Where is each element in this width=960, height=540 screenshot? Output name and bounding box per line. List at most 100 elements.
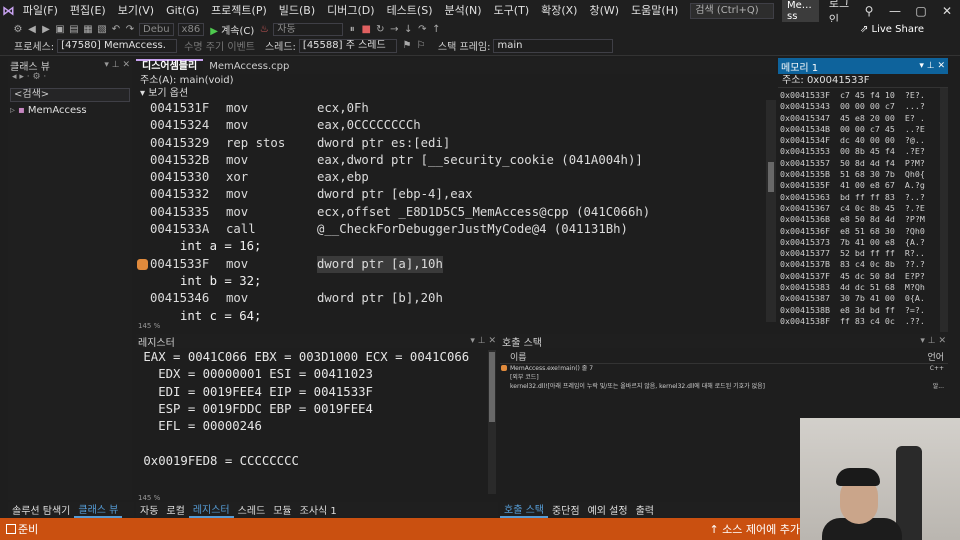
- menu-item[interactable]: 창(W): [583, 0, 625, 22]
- disassembly-line[interactable]: 00415332 mov dword ptr [ebp-4],eax: [136, 186, 766, 203]
- class-view-search-input[interactable]: <검색>: [10, 88, 130, 102]
- lifecycle-events-button[interactable]: 수명 주기 이벤트: [184, 38, 255, 53]
- tab-disassembly[interactable]: 디스어셈블리: [136, 59, 204, 74]
- bottom-tab[interactable]: 중단점: [548, 502, 584, 517]
- disassembly-line[interactable]: 0041533F mov dword ptr [a],10h: [136, 255, 766, 273]
- panel-controls-icon[interactable]: ▾ ⊥ ✕: [470, 336, 498, 346]
- maximize-icon[interactable]: ▢: [908, 0, 934, 22]
- live-share-button[interactable]: ⇗ Live Share: [860, 24, 924, 35]
- memory-scrollbar[interactable]: [940, 88, 948, 332]
- settings-icon[interactable]: ⚙: [12, 24, 24, 35]
- bottom-tab[interactable]: 출력: [632, 502, 658, 517]
- panel-controls-icon[interactable]: ▾ ⊥ ✕: [919, 61, 948, 71]
- memory-row[interactable]: 0x0041538F ff 83 c4 0c .??.: [780, 316, 948, 327]
- bottom-tab[interactable]: 레지스터: [188, 501, 234, 518]
- memory-row[interactable]: 0x00415347 45 e8 20 00 E? .: [780, 113, 948, 124]
- source-line[interactable]: int c = 64;: [136, 308, 766, 322]
- memory-row[interactable]: 0x0041534B 00 00 c7 45 ..?E: [780, 124, 948, 135]
- memory-row[interactable]: 0x0041533F c7 45 f4 10 ?E?.: [780, 90, 948, 101]
- register-line[interactable]: EFL = 00000246: [136, 418, 498, 435]
- step-out-icon[interactable]: ↑: [430, 24, 442, 35]
- memory-address-input[interactable]: 주소: 0x0041533F: [778, 74, 948, 88]
- open-icon[interactable]: ▤: [68, 24, 80, 35]
- menu-item[interactable]: 보기(V): [112, 0, 160, 22]
- menu-item[interactable]: 빌드(B): [273, 0, 321, 22]
- memory-row[interactable]: 0x0041535B 51 68 30 7b Qh0{: [780, 169, 948, 180]
- call-stack-row[interactable]: kernel32.dll![아래 프레임이 누락 및/또는 올바르지 않음, k…: [500, 382, 948, 391]
- register-line[interactable]: ESP = 0019FDDC EBP = 0019FEE4: [136, 401, 498, 418]
- memory-row[interactable]: 0x0041536B e8 50 8d 4d ?P?M: [780, 214, 948, 225]
- disassembly-code-view[interactable]: 0041531F mov ecx,0Fh 00415324 mov eax,0CCCCCC…: [136, 100, 766, 322]
- undo-icon[interactable]: ↶: [110, 24, 122, 35]
- call-stack-row[interactable]: [외부 코드]: [500, 373, 948, 382]
- memory-row[interactable]: 0x00415343 00 00 00 c7 ...?: [780, 101, 948, 112]
- source-line[interactable]: int a = 16;: [136, 238, 766, 255]
- bottom-tab[interactable]: 모듈: [269, 502, 295, 517]
- scrollbar-thumb[interactable]: [768, 162, 774, 192]
- config-dropdown[interactable]: Debu: [139, 22, 174, 36]
- menu-item[interactable]: 편집(E): [64, 0, 112, 22]
- bottom-tab[interactable]: 호출 스택: [500, 501, 548, 518]
- memory-row[interactable]: 0x00415363 bd ff ff 83 ?..?: [780, 192, 948, 203]
- disassembly-address-field[interactable]: 주소(A): main(void): [136, 74, 776, 88]
- save-all-icon[interactable]: ▧: [96, 24, 108, 35]
- menu-item[interactable]: 프로젝트(P): [205, 0, 273, 22]
- column-language[interactable]: 언어: [927, 350, 948, 363]
- scrollbar-thumb[interactable]: [489, 352, 495, 422]
- register-line[interactable]: EDX = 00000001 ESI = 00411023: [136, 366, 498, 383]
- bottom-tab[interactable]: 클래스 뷰: [74, 501, 123, 518]
- flag-icon[interactable]: ⚑: [401, 40, 413, 51]
- tree-item-memaccess[interactable]: ▹ ▪ MemAccess: [10, 105, 132, 116]
- pause-icon[interactable]: ⏸: [346, 24, 358, 35]
- new-item-icon[interactable]: ▣: [54, 24, 66, 35]
- menu-item[interactable]: Git(G): [160, 0, 205, 22]
- bottom-tab[interactable]: 솔루션 탐색기: [8, 502, 74, 517]
- disassembly-view-options[interactable]: ▾ 보기 옵션: [136, 88, 776, 100]
- stop-icon[interactable]: ■: [360, 24, 372, 35]
- feedback-icon[interactable]: ⚲: [856, 0, 882, 22]
- bottom-tab[interactable]: 로컬: [162, 502, 188, 517]
- memory-row[interactable]: 0x00415377 52 bd ff ff R?..: [780, 248, 948, 259]
- disassembly-line[interactable]: 00415330 xor eax,ebp: [136, 169, 766, 186]
- menu-item[interactable]: 확장(X): [535, 0, 583, 22]
- memory-row[interactable]: 0x00415383 4d dc 51 68 M?Qh: [780, 282, 948, 293]
- process-dropdown[interactable]: [47580] MemAccess.: [57, 38, 178, 53]
- source-line[interactable]: int b = 32;: [136, 273, 766, 290]
- thread-dropdown[interactable]: [45588] 주 스레드: [298, 38, 397, 53]
- memory-row[interactable]: 0x0041534F dc 40 00 00 ?@..: [780, 135, 948, 146]
- minimize-icon[interactable]: —: [882, 0, 908, 22]
- tab-memaccess-cpp[interactable]: MemAccess.cpp: [203, 59, 295, 74]
- filter-icon[interactable]: ⚐: [415, 40, 427, 51]
- hot-reload-icon[interactable]: ♨: [258, 24, 270, 35]
- disassembly-line[interactable]: 00415335 mov ecx,offset _E8D1D5C5_MemAcces…: [136, 204, 766, 221]
- disassembly-scrollbar[interactable]: [766, 100, 776, 322]
- bottom-tab[interactable]: 스레드: [234, 502, 270, 517]
- forward-icon[interactable]: ▶: [40, 24, 52, 35]
- memory-row[interactable]: 0x00415353 00 8b 45 f4 .?E?: [780, 146, 948, 157]
- memory-row[interactable]: 0x0041537B 83 c4 0c 8b ??.?: [780, 259, 948, 270]
- search-input[interactable]: 검색 (Ctrl+Q): [690, 3, 775, 19]
- restart-icon[interactable]: ↻: [374, 24, 386, 35]
- registers-scrollbar[interactable]: [488, 350, 496, 494]
- memory-row[interactable]: 0x00415357 50 8d 4d f4 P?M?: [780, 158, 948, 169]
- memory-row[interactable]: 0x00415373 7b 41 00 e8 {A.?: [780, 237, 948, 248]
- bottom-tab[interactable]: 자동: [136, 502, 162, 517]
- step-over-icon[interactable]: ↷: [416, 24, 428, 35]
- close-icon[interactable]: ✕: [934, 0, 960, 22]
- menu-item[interactable]: 분석(N): [439, 0, 488, 22]
- call-stack-row[interactable]: MemAccess.exe!main() 줄 7 C++: [500, 364, 948, 373]
- disassembly-line[interactable]: 00415346 mov dword ptr [b],20h: [136, 290, 766, 307]
- memory-row[interactable]: 0x0041538B e8 3d bd ff ?=?.: [780, 305, 948, 316]
- save-icon[interactable]: ▦: [82, 24, 94, 35]
- auto-dropdown[interactable]: 자동: [273, 22, 344, 36]
- bottom-tab[interactable]: 예외 설정: [584, 502, 632, 517]
- register-line[interactable]: EAX = 0041C066 EBX = 003D1000 ECX = 0041…: [136, 349, 498, 366]
- redo-icon[interactable]: ↷: [124, 24, 136, 35]
- bottom-tab[interactable]: 조사식 1: [296, 502, 341, 517]
- menu-item[interactable]: 도움말(H): [625, 0, 684, 22]
- step-into-icon[interactable]: ↓: [402, 24, 414, 35]
- memory-row[interactable]: 0x0041535F 41 00 e8 67 A.?g: [780, 180, 948, 191]
- platform-dropdown[interactable]: x86: [177, 22, 205, 36]
- register-line[interactable]: 0x0019FED8 = CCCCCCCC: [136, 453, 498, 470]
- back-icon[interactable]: ◀: [26, 24, 38, 35]
